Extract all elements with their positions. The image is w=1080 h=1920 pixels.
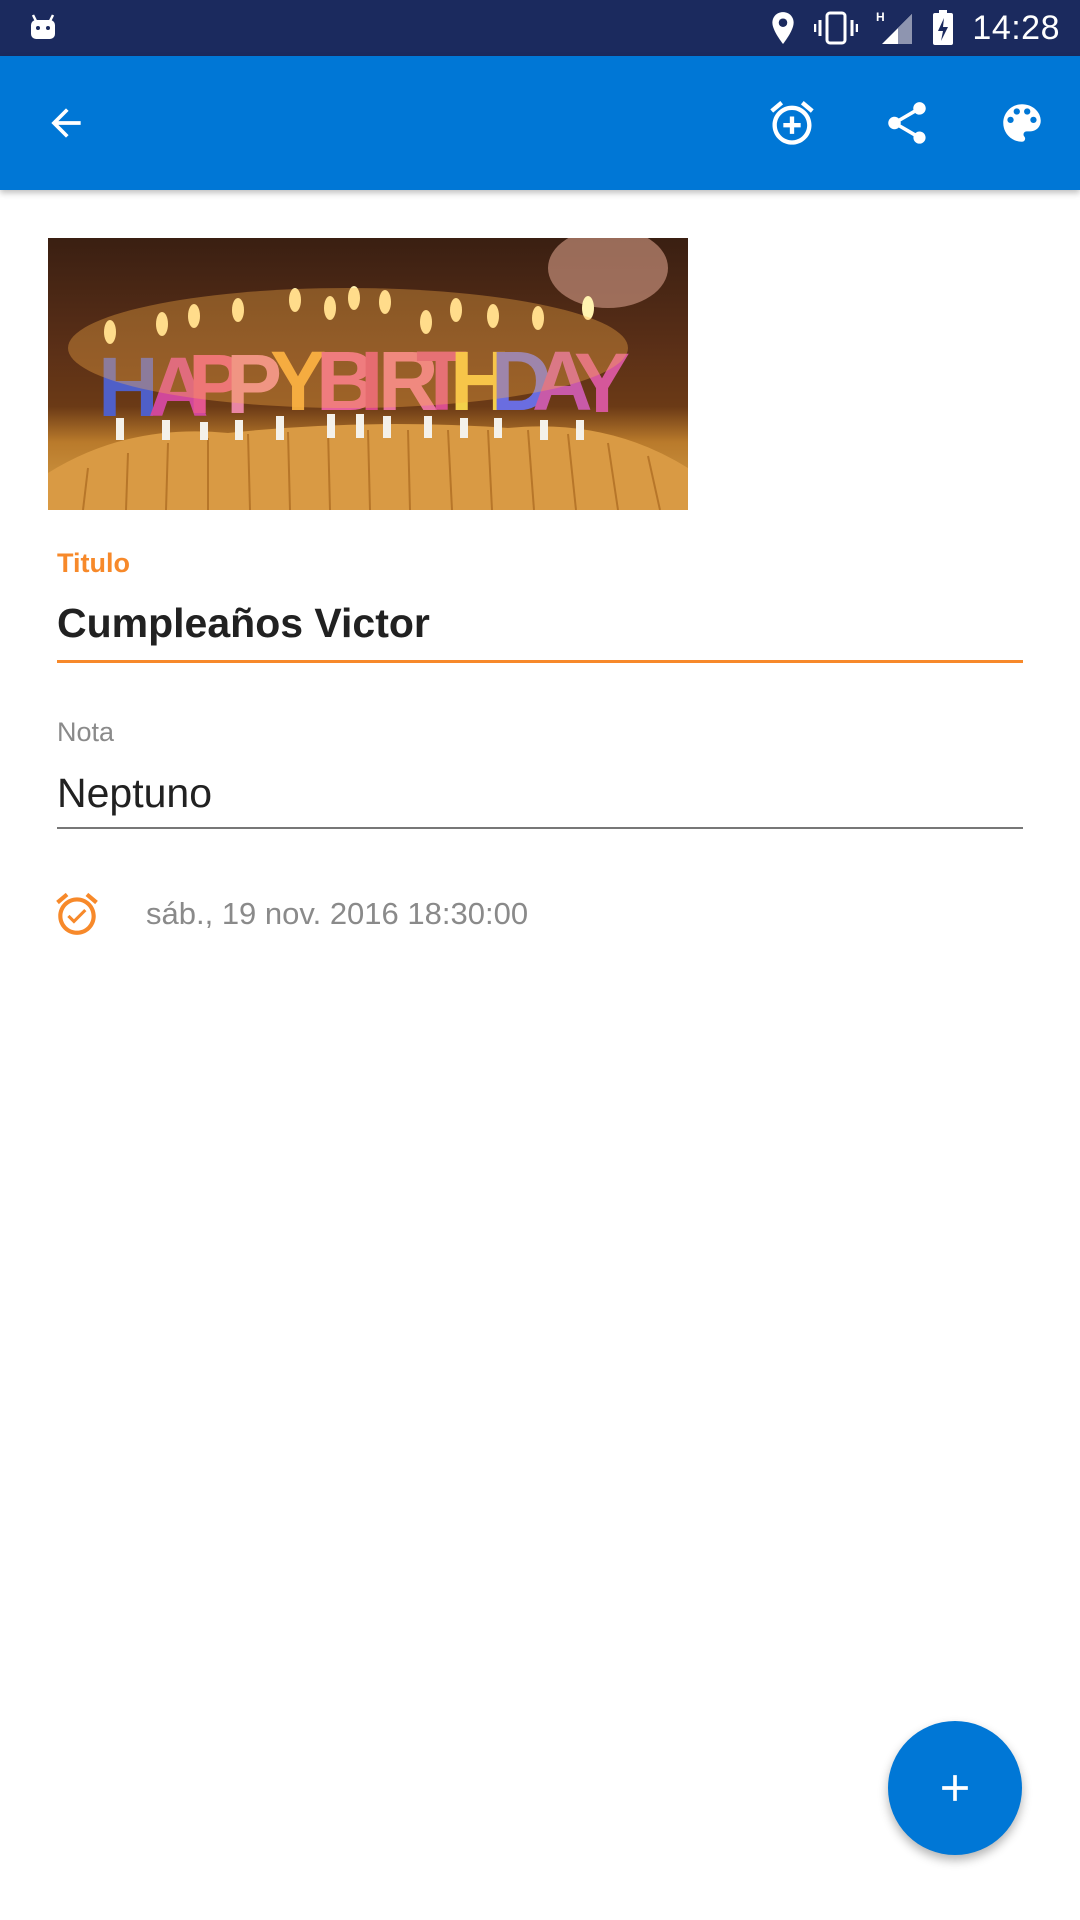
svg-text:H: H: [876, 10, 885, 24]
back-arrow-icon: [51, 108, 81, 138]
add-fab-button[interactable]: [888, 1721, 1022, 1855]
vibrate-icon: [814, 11, 859, 45]
app-bar: [0, 56, 1080, 190]
reminder-row[interactable]: [52, 888, 102, 940]
share-icon: [888, 102, 926, 144]
note-input[interactable]: Neptuno: [57, 770, 212, 817]
share-button[interactable]: [867, 83, 947, 163]
title-input[interactable]: Cumpleaños Victor: [57, 600, 430, 647]
reminder-datetime[interactable]: sáb., 19 nov. 2016 18:30:00: [146, 896, 528, 932]
android-icon: [31, 14, 55, 39]
palette-button[interactable]: [982, 83, 1062, 163]
birthday-cake-image: H A P P Y B I R T H D A Y: [48, 238, 688, 510]
title-label: Titulo: [57, 548, 130, 578]
note-underline: [57, 827, 1023, 829]
plus-icon: [942, 1775, 968, 1801]
battery-charging-icon: [933, 10, 954, 45]
status-bar: H 14:28: [0, 0, 1080, 56]
status-time: 14:28: [972, 8, 1060, 47]
palette-icon: [1003, 104, 1041, 142]
location-icon: [772, 12, 795, 44]
add-alarm-icon: [770, 101, 814, 145]
title-underline: [57, 660, 1023, 663]
alarm-check-icon: [56, 892, 98, 935]
note-image[interactable]: H A P P Y B I R T H D A Y: [48, 238, 688, 510]
note-label: Nota: [57, 717, 115, 747]
signal-h-icon: H: [876, 10, 913, 44]
back-button[interactable]: [26, 83, 106, 163]
add-alarm-button[interactable]: [752, 83, 832, 163]
